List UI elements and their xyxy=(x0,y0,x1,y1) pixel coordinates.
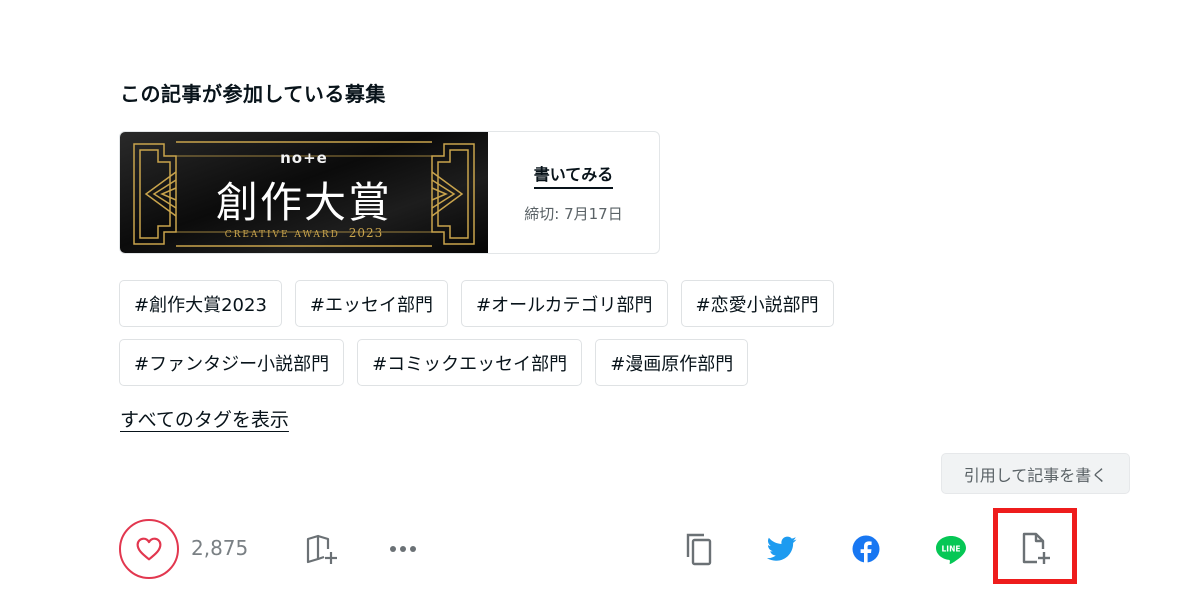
tag-row: #創作大賞2023 #エッセイ部門 #オールカテゴリ部門 #恋愛小説部門 xyxy=(119,280,939,327)
tag-item[interactable]: #コミックエッセイ部門 xyxy=(357,339,583,386)
tag-item[interactable]: #創作大賞2023 xyxy=(119,280,282,327)
add-to-magazine-button[interactable] xyxy=(299,527,343,571)
copy-link-button[interactable] xyxy=(676,527,720,571)
facebook-icon xyxy=(852,535,880,563)
contest-card-actions: 書いてみる 締切: 7月17日 xyxy=(488,132,659,253)
tag-item[interactable]: #ファンタジー小説部門 xyxy=(119,339,345,386)
section-title: この記事が参加している募集 xyxy=(120,82,386,106)
banner-award-title: 創作大賞 xyxy=(215,178,392,227)
share-line-button[interactable]: LINE xyxy=(929,527,973,571)
tag-item[interactable]: #オールカテゴリ部門 xyxy=(460,280,668,327)
more-dots-icon xyxy=(390,546,416,552)
banner-award-sub: CREATIVE AWARD 2023 xyxy=(120,226,488,240)
more-options-button[interactable] xyxy=(381,527,425,571)
magazine-add-icon xyxy=(306,534,337,564)
copy-icon xyxy=(686,533,712,566)
banner-award-sub-text: CREATIVE AWARD xyxy=(224,230,340,240)
tag-item[interactable]: #漫画原作部門 xyxy=(595,339,749,386)
highlight-box xyxy=(993,508,1077,584)
tag-list: #創作大賞2023 #エッセイ部門 #オールカテゴリ部門 #恋愛小説部門 #ファ… xyxy=(119,280,939,398)
show-all-tags-link[interactable]: すべてのタグを表示 xyxy=(120,405,289,432)
contest-banner[interactable]: no+e 創作大賞 CREATIVE AWARD 2023 xyxy=(120,132,488,253)
like-button[interactable] xyxy=(119,519,179,579)
tag-item[interactable]: #恋愛小説部門 xyxy=(680,280,834,327)
line-icon: LINE xyxy=(936,536,966,564)
share-twitter-button[interactable] xyxy=(760,527,804,571)
twitter-icon xyxy=(767,536,797,561)
tag-item[interactable]: #エッセイ部門 xyxy=(294,280,448,327)
banner-brand: no+e xyxy=(280,149,328,167)
deadline-text: 締切: 7月17日 xyxy=(524,205,623,223)
write-button[interactable]: 書いてみる xyxy=(533,161,614,189)
tag-row: #ファンタジー小説部門 #コミックエッセイ部門 #漫画原作部門 xyxy=(119,339,939,386)
banner-award-year: 2023 xyxy=(348,226,384,240)
quote-tooltip: 引用して記事を書く xyxy=(941,453,1130,494)
line-icon-label: LINE xyxy=(942,545,961,554)
like-count: 2,875 xyxy=(191,536,249,560)
share-facebook-button[interactable] xyxy=(844,527,888,571)
contest-card[interactable]: no+e 創作大賞 CREATIVE AWARD 2023 書いてみる 締切: … xyxy=(119,131,660,254)
heart-icon xyxy=(136,537,162,561)
